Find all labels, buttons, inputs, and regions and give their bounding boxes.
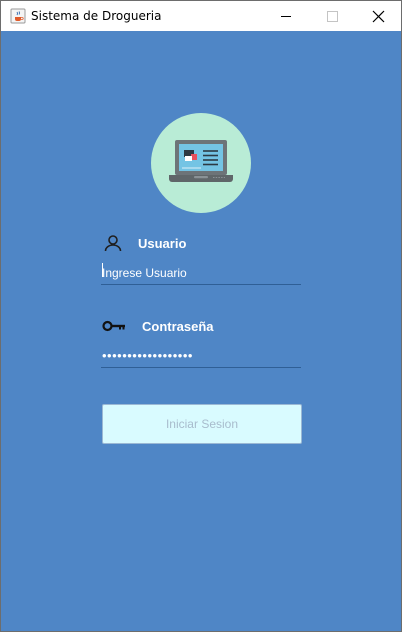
username-input[interactable]	[101, 261, 301, 285]
maximize-icon	[327, 11, 338, 22]
close-icon	[372, 10, 385, 23]
window-title: Sistema de Drogueria	[31, 9, 162, 23]
close-button[interactable]	[355, 1, 401, 31]
title-bar[interactable]: Sistema de Drogueria	[1, 1, 401, 31]
password-label: Contraseña	[142, 319, 214, 334]
username-label: Usuario	[138, 236, 187, 251]
minimize-icon	[281, 16, 291, 17]
java-cup-icon	[10, 8, 26, 24]
app-window: Sistema de Drogueria Usuario Ingrese Usu…	[0, 0, 402, 632]
login-button[interactable]: Iniciar Sesion	[102, 404, 302, 444]
user-icon	[103, 234, 123, 259]
password-input[interactable]	[101, 344, 301, 368]
key-icon	[102, 319, 126, 338]
minimize-button[interactable]	[263, 1, 309, 31]
laptop-medical-icon	[151, 113, 251, 213]
text-caret	[102, 263, 103, 277]
maximize-button[interactable]	[309, 1, 355, 31]
login-panel: Usuario Contraseña Iniciar Sesion	[1, 31, 401, 631]
